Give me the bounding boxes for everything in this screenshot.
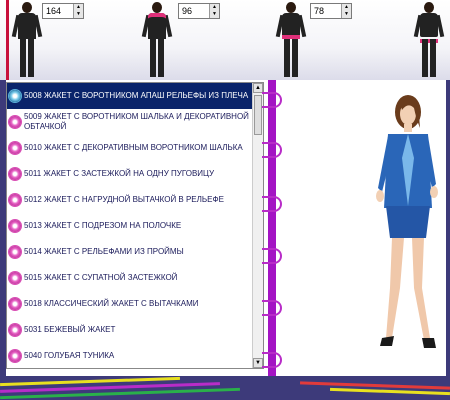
arrow-up-icon[interactable]: ▲ [342,4,351,11]
model-list[interactable]: 5008 ЖАКЕТ С ВОРОТНИКОМ АПАШ РЕЛЬЕФЫ ИЗ … [6,82,264,369]
binder-ring [262,352,282,368]
binder-ring [262,300,282,316]
flower-icon [9,298,21,310]
flower-icon [9,142,21,154]
binder-ring [262,196,282,212]
flower-icon [9,90,21,102]
size-selector-bar: 164 ▲ ▼ 96 ▲ ▼ 78 ▲ ▼ [0,0,450,80]
list-item[interactable]: 5013 ЖАКЕТ С ПОДРЕЗОМ НА ПОЛОЧКЕ [7,213,263,239]
scroll-thumb[interactable] [254,95,262,135]
figure-hips [413,2,445,78]
bust-value[interactable]: 96 [179,4,209,18]
arrow-down-icon[interactable]: ▼ [210,11,219,18]
figure-waist [275,2,307,78]
flower-icon [9,350,21,362]
binder-ring [262,248,282,264]
list-item[interactable]: 5012 ЖАКЕТ С НАГРУДНОЙ ВЫТАЧКОЙ В РЕЛЬЕФ… [7,187,263,213]
list-scrollbar[interactable]: ▲ ▼ [252,83,263,368]
list-item[interactable]: 5018 КЛАССИЧЕСКИЙ ЖАКЕТ С ВЫТАЧКАМИ [7,291,263,317]
flower-icon [9,194,21,206]
flower-icon [9,116,21,128]
list-item[interactable]: 5031 БЕЖЕВЫЙ ЖАКЕТ [7,317,263,343]
binder-ring [262,142,282,158]
flower-icon [9,246,21,258]
arrow-up-icon[interactable]: ▲ [210,4,219,11]
footer-background [0,376,450,400]
arrow-down-icon[interactable]: ▼ [342,11,351,18]
waist-value[interactable]: 78 [311,4,341,18]
binder-ring [262,92,282,108]
height-value[interactable]: 164 [43,4,73,18]
notebook-spine [268,80,276,380]
list-item[interactable]: 5008 ЖАКЕТ С ВОРОТНИКОМ АПАШ РЕЛЬЕФЫ ИЗ … [7,83,263,109]
flower-icon [9,168,21,180]
arrow-down-icon[interactable]: ▼ [74,11,83,18]
accent-bar [6,0,9,80]
model-illustration [376,95,438,348]
list-item[interactable]: 5015 ЖАКЕТ С СУПАТНОЙ ЗАСТЕЖКОЙ [7,265,263,291]
list-item[interactable]: 5009 ЖАКЕТ С ВОРОТНИКОМ ШАЛЬКА И ДЕКОРАТ… [7,109,263,135]
list-item[interactable]: 5040 ГОЛУБАЯ ТУНИКА [7,343,263,368]
list-item[interactable]: 5010 ЖАКЕТ С ДЕКОРАТИВНЫМ ВОРОТНИКОМ ШАЛ… [7,135,263,161]
list-item[interactable]: 5011 ЖАКЕТ С ЗАСТЕЖКОЙ НА ОДНУ ПУГОВИЦУ [7,161,263,187]
list-item[interactable]: 5014 ЖАКЕТ С РЕЛЬЕФАМИ ИЗ ПРОЙМЫ [7,239,263,265]
figure-height [11,2,43,78]
flower-icon [9,272,21,284]
arrow-up-icon[interactable]: ▲ [74,4,83,11]
bust-stepper[interactable]: 96 ▲ ▼ [178,3,220,19]
height-stepper[interactable]: 164 ▲ ▼ [42,3,84,19]
flower-icon [9,324,21,336]
waist-stepper[interactable]: 78 ▲ ▼ [310,3,352,19]
figure-bust [141,2,173,78]
flower-icon [9,220,21,232]
